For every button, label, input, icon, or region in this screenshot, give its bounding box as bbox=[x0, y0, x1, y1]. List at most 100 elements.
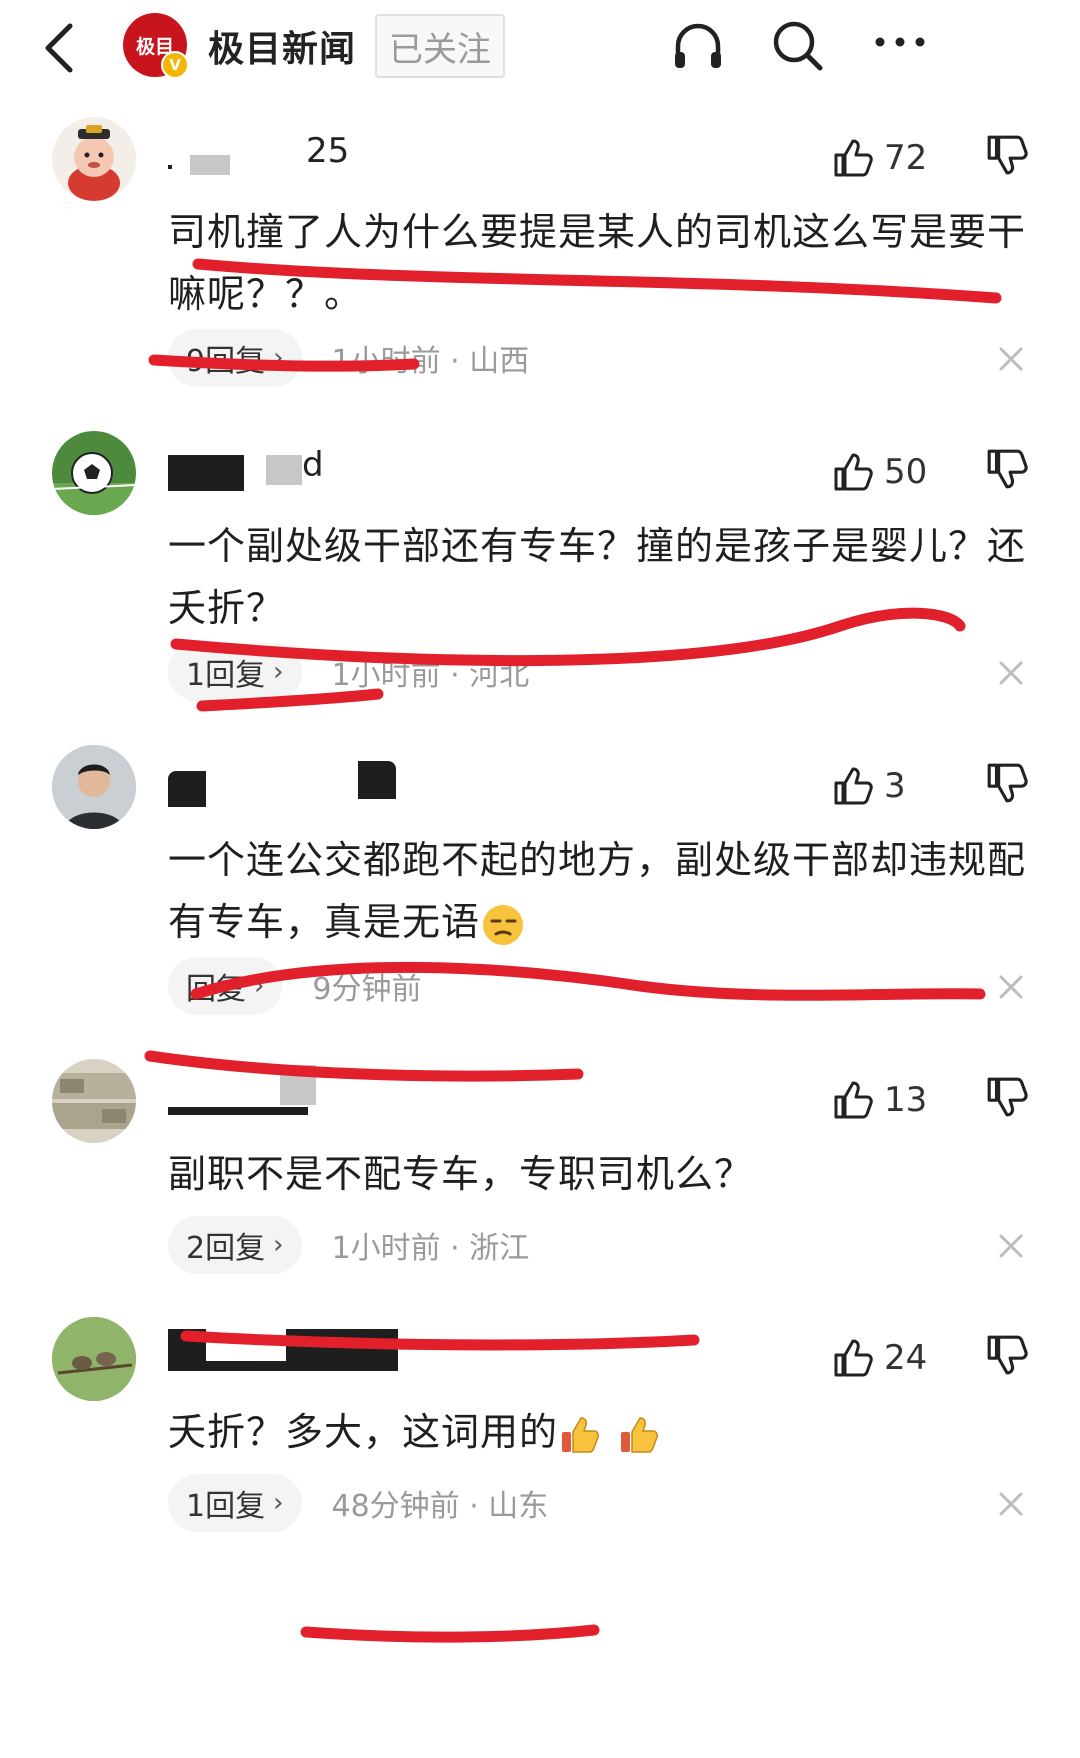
like-count: 50 bbox=[884, 452, 928, 492]
unamused-face-emoji-icon bbox=[483, 904, 524, 945]
thumbs-down-icon[interactable] bbox=[985, 447, 1029, 491]
comment-text: 一个连公交都跑不起的地方，副处级干部却违规配有专车，真是无语 bbox=[168, 829, 1028, 953]
close-icon[interactable] bbox=[996, 1489, 1026, 1519]
thumbs-down-icon[interactable] bbox=[985, 1075, 1029, 1119]
thumbs-up-icon bbox=[834, 767, 873, 805]
like-count: 3 bbox=[884, 766, 906, 806]
comment-time-location: 1小时前 · 山西 bbox=[331, 344, 530, 379]
redacted-block bbox=[168, 455, 244, 491]
comment-meta: 1回复 › 48分钟前 · 山东 bbox=[168, 1474, 548, 1532]
like-button[interactable]: 50 bbox=[832, 447, 927, 497]
comment-text-content: 一个连公交都跑不起的地方，副处级干部却违规配有专车，真是无语 bbox=[168, 838, 1027, 944]
chevron-right-icon: › bbox=[273, 343, 284, 373]
comment-meta: 2回复 › 1小时前 · 浙江 bbox=[168, 1216, 529, 1274]
like-button[interactable]: 72 bbox=[832, 133, 927, 183]
comment-item: 25 72 司机撞了人为什么要提是某人的司机这么写是要干嘛呢？？。 9回复 › 1… bbox=[0, 117, 1080, 417]
username[interactable] bbox=[168, 1329, 468, 1377]
like-count: 72 bbox=[884, 138, 928, 178]
reply-label: 2回复 bbox=[186, 1231, 266, 1266]
comment-time-location: 1小时前 · 浙江 bbox=[331, 1231, 530, 1266]
reply-label: 9回复 bbox=[186, 344, 266, 379]
thumbs-up-icon bbox=[834, 139, 873, 177]
username[interactable]: 25 bbox=[168, 131, 468, 177]
comment-text: 副职不是不配专车，专职司机么？ bbox=[168, 1152, 754, 1196]
chevron-right-icon: › bbox=[273, 1488, 284, 1518]
thumbs-up-emoji-icon bbox=[621, 1416, 659, 1453]
search-icon[interactable] bbox=[770, 18, 826, 74]
avatar[interactable] bbox=[52, 1059, 136, 1143]
thumbs-up-emoji-icon bbox=[562, 1416, 600, 1453]
comment-item: 13 副职不是不配专车，专职司机么？ 2回复 › 1小时前 · 浙江 bbox=[0, 1059, 1080, 1299]
back-arrow-icon[interactable] bbox=[38, 20, 88, 76]
banknote-avatar-icon bbox=[52, 1073, 136, 1129]
comment-meta: 回复 › 9分钟前 bbox=[168, 957, 422, 1015]
comment-meta: 9回复 › 1小时前 · 山西 bbox=[168, 329, 529, 387]
close-icon[interactable] bbox=[996, 972, 1026, 1002]
headphones-icon[interactable] bbox=[670, 18, 726, 74]
more-icon[interactable] bbox=[872, 18, 928, 74]
redacted-block bbox=[266, 455, 302, 485]
thumbs-down-icon[interactable] bbox=[985, 761, 1029, 805]
avatar[interactable] bbox=[52, 117, 136, 201]
like-button[interactable]: 13 bbox=[832, 1075, 927, 1125]
avatar[interactable] bbox=[52, 431, 136, 515]
comment-text-content: 夭折？多大，这词用的 bbox=[168, 1410, 559, 1454]
comment-time-location: 1小时前 · 河北 bbox=[331, 658, 530, 693]
username-fragment: d bbox=[302, 445, 324, 485]
comment-item: d 50 一个副处级干部还有专车？撞的是孩子是婴儿？还夭折？ 1回复 › 1小时前… bbox=[0, 431, 1080, 731]
username[interactable]: d bbox=[168, 445, 468, 491]
thumbs-up-icon bbox=[834, 453, 873, 491]
account-logo[interactable]: 极目 V bbox=[123, 13, 189, 79]
close-icon[interactable] bbox=[996, 658, 1026, 688]
reply-label: 1回复 bbox=[186, 1489, 266, 1524]
like-button[interactable]: 3 bbox=[832, 761, 906, 811]
reply-label: 1回复 bbox=[186, 658, 266, 693]
underline-stroke bbox=[300, 1624, 600, 1643]
thumbs-down-icon[interactable] bbox=[985, 1333, 1029, 1377]
username[interactable] bbox=[168, 761, 468, 807]
chevron-right-icon: › bbox=[273, 657, 284, 687]
thumbs-up-icon bbox=[834, 1339, 873, 1377]
reply-label: 回复 bbox=[186, 972, 246, 1007]
redacted-block bbox=[190, 155, 230, 175]
portrait-avatar-icon bbox=[52, 745, 136, 829]
redacted-block bbox=[286, 1329, 398, 1363]
reply-button[interactable]: 2回复 › bbox=[168, 1216, 302, 1274]
birds-avatar-icon bbox=[52, 1317, 136, 1401]
comment-text: 司机撞了人为什么要提是某人的司机这么写是要干嘛呢？？。 bbox=[168, 210, 1027, 316]
soccer-ball-icon bbox=[52, 452, 136, 515]
follow-button[interactable]: 已关注 bbox=[375, 14, 505, 78]
close-icon[interactable] bbox=[996, 344, 1026, 374]
cartoon-avatar-icon bbox=[68, 125, 120, 201]
avatar[interactable] bbox=[52, 745, 136, 829]
account-name[interactable]: 极目新闻 bbox=[208, 20, 356, 72]
like-button[interactable]: 24 bbox=[832, 1333, 927, 1383]
comment-time-location: 48分钟前 · 山东 bbox=[331, 1489, 549, 1524]
redacted-block bbox=[280, 1065, 316, 1105]
comment-item: 3 一个连公交都跑不起的地方，副处级干部却违规配有专车，真是无语 回复 › 9分钟… bbox=[0, 745, 1080, 1045]
top-bar: 极目 V 极目新闻 已关注 bbox=[0, 0, 1080, 100]
avatar[interactable] bbox=[52, 1317, 136, 1401]
comment-text: 一个副处级干部还有专车？撞的是孩子是婴儿？还夭折？ bbox=[168, 524, 1027, 630]
redacted-block bbox=[168, 1107, 308, 1115]
comment-meta: 1回复 › 1小时前 · 河北 bbox=[168, 643, 529, 701]
redacted-block bbox=[358, 761, 396, 799]
thumbs-up-icon bbox=[834, 1081, 873, 1119]
username-fragment: 25 bbox=[306, 131, 350, 171]
chevron-right-icon: › bbox=[254, 971, 265, 1001]
comment-time-location: 9分钟前 bbox=[312, 972, 422, 1007]
redacted-block bbox=[168, 771, 206, 807]
reply-button[interactable]: 回复 › bbox=[168, 957, 283, 1015]
redacted-block bbox=[168, 165, 172, 169]
reply-button[interactable]: 9回复 › bbox=[168, 329, 302, 387]
comment-item: 24 夭折？多大，这词用的 1回复 › 48分钟前 · 山东 bbox=[0, 1317, 1080, 1557]
reply-button[interactable]: 1回复 › bbox=[168, 643, 302, 701]
reply-button[interactable]: 1回复 › bbox=[168, 1474, 302, 1532]
thumbs-down-icon[interactable] bbox=[985, 133, 1029, 177]
username[interactable] bbox=[168, 1065, 468, 1119]
verified-badge-icon: V bbox=[161, 51, 189, 79]
like-count: 24 bbox=[884, 1338, 928, 1378]
close-icon[interactable] bbox=[996, 1231, 1026, 1261]
comment-text: 夭折？多大，这词用的 bbox=[168, 1401, 1028, 1463]
like-count: 13 bbox=[884, 1080, 928, 1120]
